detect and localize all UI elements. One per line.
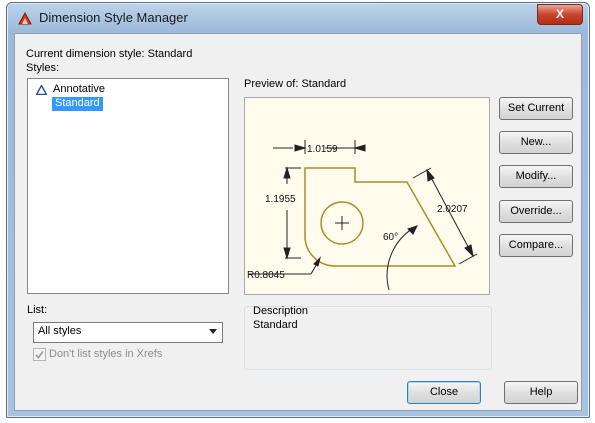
list-item-standard[interactable]: Standard: [52, 97, 103, 111]
window-close-button[interactable]: X: [537, 4, 583, 25]
description-group: Description Standard: [244, 305, 492, 370]
modify-button[interactable]: Modify...: [499, 165, 573, 188]
dimension-preview: 1.0159 1.1955 2.0207 60° R0.8045: [244, 97, 490, 295]
checkmark-icon: [35, 351, 44, 359]
new-button[interactable]: New...: [499, 131, 573, 154]
title-bar[interactable]: Dimension Style Manager X: [7, 3, 589, 33]
xrefs-checkbox[interactable]: [33, 348, 46, 361]
dim-left-text: 1.1955: [265, 194, 296, 205]
set-current-button[interactable]: Set Current: [499, 97, 573, 120]
preview-drawing: 1.0159 1.1955 2.0207 60° R0.8045: [247, 140, 478, 291]
description-label: Description: [253, 305, 309, 317]
xrefs-checkbox-label: Don't list styles in Xrefs: [49, 348, 163, 360]
description-text: Standard: [253, 319, 298, 331]
dim-angle-text: 60°: [383, 232, 398, 243]
chevron-down-icon: [209, 329, 217, 334]
preview-label: Preview of: Standard: [244, 78, 347, 90]
list-item-label: Standard: [55, 97, 100, 109]
dialog-client-area: Current dimension style: Standard Styles…: [14, 33, 582, 411]
close-button[interactable]: Close: [407, 381, 481, 404]
list-item-label: Annotative: [53, 83, 105, 95]
window-title: Dimension Style Manager: [39, 10, 188, 25]
list-filter-select[interactable]: All styles: [33, 322, 223, 343]
dim-radius-text: R0.8045: [247, 270, 285, 281]
dim-diag-text: 2.0207: [437, 204, 468, 215]
help-button[interactable]: Help: [504, 381, 578, 404]
part-outline: [304, 167, 457, 267]
override-button[interactable]: Override...: [499, 200, 573, 223]
list-filter-value: All styles: [38, 325, 82, 337]
annotative-triangle-icon: [36, 85, 47, 95]
styles-listbox[interactable]: Annotative Standard: [27, 78, 229, 294]
styles-label: Styles:: [26, 62, 60, 74]
dialog-window: Dimension Style Manager X Current dimens…: [6, 2, 590, 418]
list-label: List:: [27, 304, 48, 316]
current-style-label: Current dimension style: Standard: [26, 48, 193, 60]
compare-button[interactable]: Compare...: [499, 234, 573, 257]
dim-top-text: 1.0159: [307, 144, 338, 155]
app-icon: [18, 11, 32, 25]
